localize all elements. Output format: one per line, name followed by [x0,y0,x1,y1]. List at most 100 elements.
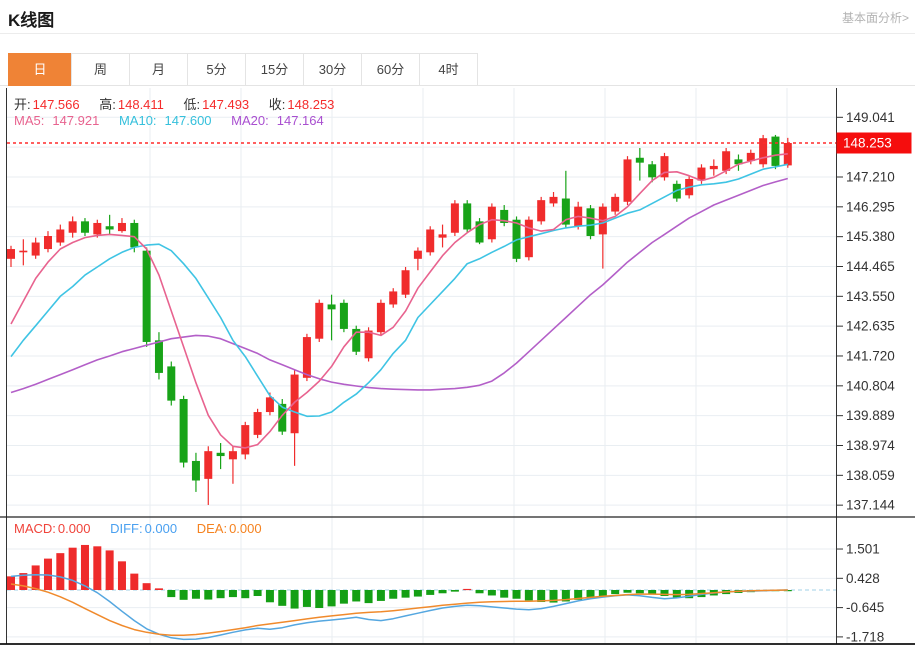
candle-body [586,208,595,237]
open-value: 147.566 [32,97,80,112]
macd-bar-up [463,588,472,591]
macd-bar-up [7,576,15,590]
candle-body [413,250,422,259]
ma10-label: MA10: [118,113,157,128]
candle-body [623,159,632,202]
macd-bar-down [179,590,188,600]
tab-30min[interactable]: 30分 [303,53,362,86]
candle-body [364,330,373,359]
candle-body [315,302,324,339]
macd-legend: MACD: 0.000 DIFF: 0.000 DEA: 0.000 [14,521,264,536]
macd-bar-down [512,590,521,599]
macd-bar-up [68,547,77,590]
candle-body [487,206,496,240]
y-axis-label: 145.380 [846,229,895,244]
ma5-value: 147.921 [52,113,100,128]
candle-body [611,196,620,212]
macd-bar-down [524,590,533,601]
candle-body [265,397,274,413]
macd-bar-down [438,590,447,594]
candle-body [56,229,65,243]
candle-body [722,151,731,171]
candle-body [105,226,114,230]
macd-bar-down [302,590,311,607]
candle-body [142,250,151,342]
low-label: 低: [183,97,201,112]
candle-body [327,304,336,310]
macd-bar-down [352,590,361,602]
macd-bar-up [31,565,40,590]
candle-body [463,203,472,230]
candle-body [179,399,188,463]
macd-bar-up [154,588,163,590]
macd-bar-down [401,590,410,598]
candle-body [241,425,250,455]
macd-bar-up [117,561,126,590]
macd-bar-up [130,573,139,590]
tab-month[interactable]: 月 [129,53,188,86]
macd-bar-down [475,590,484,594]
candle-body [204,451,213,479]
candle-body [376,302,385,333]
y-axis-label: 143.550 [846,289,895,304]
macd-bar-down [253,590,262,597]
close-value: 148.253 [287,97,335,112]
tab-4hour[interactable]: 4时 [419,53,478,86]
ma20-line [10,177,789,394]
candle-body [537,200,546,222]
macd-bar-up [56,553,65,590]
macd-bar-down [339,590,348,604]
ma10-value: 147.600 [164,113,212,128]
tab-5min[interactable]: 5分 [187,53,246,86]
y-axis-label: 144.465 [846,259,895,274]
macd-label: MACD: [14,521,56,536]
y-axis-label: 137.144 [846,498,895,513]
y-axis-label: 140.804 [846,378,895,393]
candle-body [450,203,459,233]
macd-bar-up [80,544,89,590]
candle-body [524,219,533,258]
macd-bar-up [93,546,102,590]
dea-line [10,583,788,637]
ma20-value: 147.164 [276,113,324,128]
macd-bar-down [327,590,336,607]
current-price-label: 148.253 [843,136,892,151]
candle-body [154,340,163,373]
macd-bar-down [500,590,509,598]
tab-week[interactable]: 周 [71,53,130,86]
candle-body [216,452,225,457]
y-axis-label: 147.210 [846,170,895,185]
macd-bar-down [228,590,237,598]
diff-label: DIFF: [110,521,143,536]
low-value: 147.493 [202,97,250,112]
candle-body [648,164,657,178]
candle-body [19,250,28,253]
candle-body [438,234,447,238]
candle-body [228,451,237,460]
macd-axis-label: -0.645 [846,600,884,615]
candle-body [426,229,435,253]
candle-body [93,222,102,235]
macd-axis-label: -1.718 [846,629,884,644]
candle-body [549,196,558,204]
tab-60min[interactable]: 60分 [361,53,420,86]
macd-bar-up [105,550,114,590]
candle-body [191,460,200,481]
macd-bar-down [204,590,213,600]
tab-15min[interactable]: 15分 [245,53,304,86]
candle-body [290,374,299,434]
candle-body [130,222,139,248]
tab-day[interactable]: 日 [8,53,72,86]
macd-bar-down [278,590,287,606]
macd-bar-down [598,590,607,597]
ma20-label: MA20: [231,113,269,128]
macd-bar-down [241,590,250,599]
macd-bar-down [389,590,398,599]
macd-bar-up [142,583,151,590]
candle-body [709,165,718,170]
macd-value: 0.000 [57,521,91,536]
y-axis-label: 149.041 [846,110,895,125]
kline-widget: K线图 基本面分析> 日周月 5分 15分 30分 60分 4时 149.041 147.2… [0,0,915,650]
macd-bar-down [216,590,225,599]
close-label: 收: [268,97,286,112]
